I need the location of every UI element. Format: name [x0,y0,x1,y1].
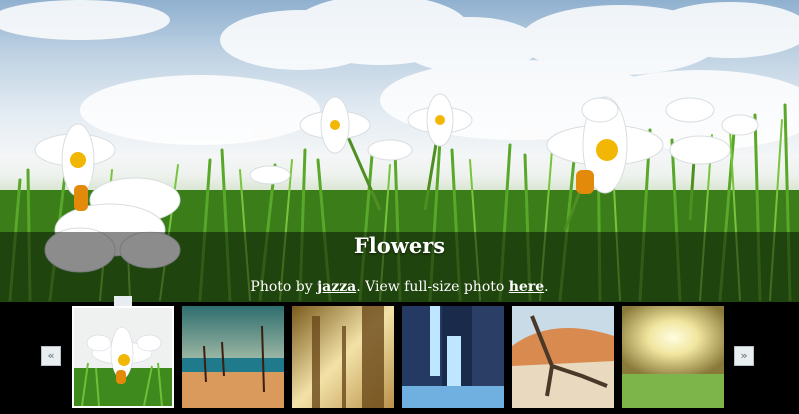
credit-prefix: Photo by [250,279,318,295]
thumbnail-flowers[interactable] [72,306,174,408]
thumbnail-beach[interactable] [182,306,284,408]
credit-suffix: . [544,279,549,295]
photo-credit: Photo by jazza. View full-size photo her… [0,278,799,296]
thumbnail-forest[interactable] [292,306,394,408]
photo-gallery: Flowers Photo by jazza. View full-size p… [0,0,799,414]
double-chevron-left-icon: « [47,349,55,362]
thumbnail-sunset-field[interactable] [622,306,724,408]
waterfall-thumbnail-image [402,306,504,408]
thumbnail-desert[interactable] [512,306,614,408]
forest-thumbnail-image [292,306,394,408]
double-chevron-right-icon: » [740,349,748,362]
active-thumbnail-indicator [114,296,132,306]
desert-thumbnail-image [512,306,614,408]
slide-title: Flowers [353,233,446,258]
previous-button[interactable]: « [41,346,61,366]
sunset-field-thumbnail-image [622,306,724,408]
thumbnail-waterfall[interactable] [402,306,504,408]
author-link[interactable]: jazza [317,279,356,295]
next-button[interactable]: » [734,346,754,366]
full-size-link[interactable]: here [509,279,544,295]
flowers-thumbnail-image [74,308,172,406]
beach-thumbnail-image [182,306,284,408]
credit-middle: . View full-size photo [356,279,509,295]
